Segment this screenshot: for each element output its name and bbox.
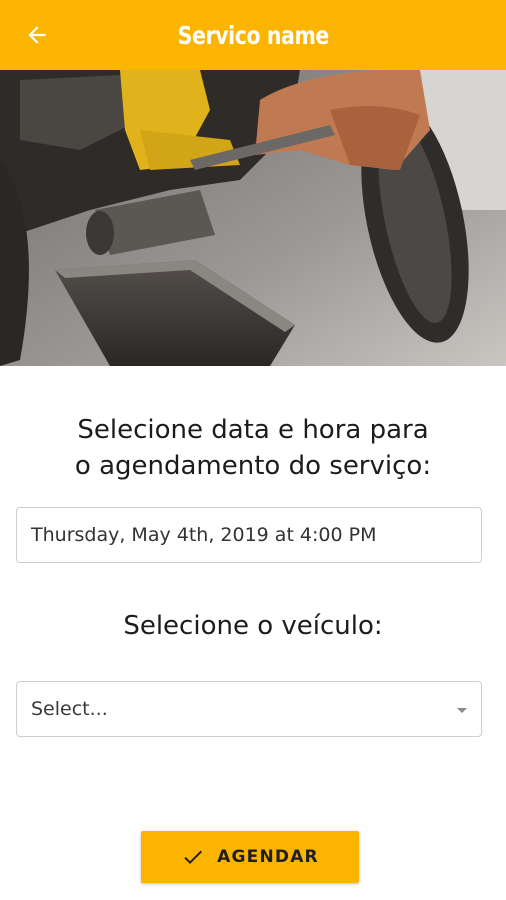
datetime-heading: Selecione data e hora para o agendamento… bbox=[0, 412, 506, 484]
schedule-button[interactable]: AGENDAR bbox=[141, 831, 359, 883]
chevron-down-icon bbox=[457, 708, 467, 713]
datetime-value: Thursday, May 4th, 2019 at 4:00 PM bbox=[31, 524, 377, 546]
datetime-field[interactable]: Thursday, May 4th, 2019 at 4:00 PM bbox=[16, 507, 482, 563]
back-button[interactable] bbox=[14, 12, 60, 58]
datetime-heading-line1: Selecione data e hora para bbox=[77, 415, 429, 445]
page-title: Servico name bbox=[177, 20, 329, 50]
vehicle-select-placeholder: Select... bbox=[31, 698, 108, 720]
service-hero-image bbox=[0, 70, 506, 366]
datetime-heading-line2: o agendamento do serviço: bbox=[74, 451, 432, 481]
app-bar: Servico name bbox=[0, 0, 506, 70]
vehicle-heading: Selecione o veículo: bbox=[123, 611, 383, 641]
vehicle-select[interactable]: Select... bbox=[16, 681, 482, 737]
arrow-left-icon bbox=[28, 26, 46, 44]
check-icon bbox=[184, 850, 203, 864]
schedule-button-label: AGENDAR bbox=[217, 847, 319, 867]
